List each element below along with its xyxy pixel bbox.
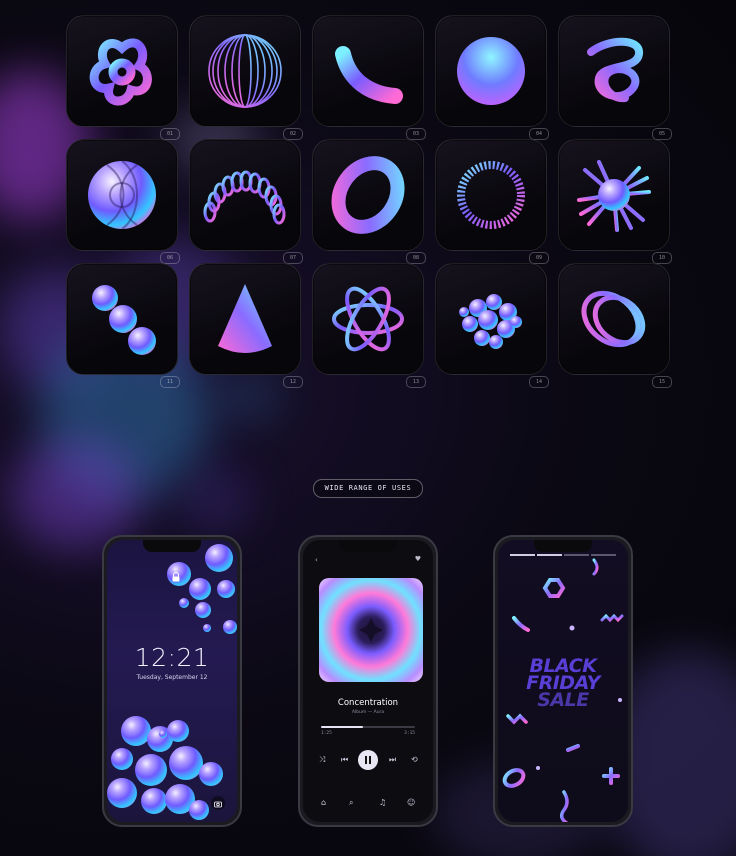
search-icon[interactable]: ⌕ [349, 798, 353, 808]
tile-number: 12 [283, 376, 303, 388]
song-title: Concentration [337, 698, 399, 708]
shape-tile-08[interactable] [312, 139, 424, 251]
promo-screen: BLACK FRIDAY SALE [498, 540, 628, 822]
tile-number: 11 [160, 376, 180, 388]
notch [143, 540, 201, 552]
tile-number: 13 [406, 376, 426, 388]
shape-tile-12[interactable] [189, 263, 301, 375]
lock-date: Tuesday, September 12 [136, 674, 208, 681]
shuffle-icon[interactable]: ⤨ [319, 750, 325, 770]
bead-chain-icon [92, 285, 156, 355]
tile-number: 07 [283, 252, 303, 264]
tangled-loop-icon [587, 37, 643, 103]
song-artist: Album — Aura [351, 710, 385, 715]
lock-screen: 12:21 Tuesday, September 12 [107, 540, 237, 822]
cone-icon [218, 284, 272, 353]
music-note-icon[interactable]: ♫ [379, 798, 386, 807]
notch [534, 540, 592, 552]
phone-promo: BLACK FRIDAY SALE [493, 535, 633, 827]
album-art [319, 578, 423, 682]
shape-tile-03[interactable] [312, 15, 424, 127]
elapsed-time: 1:25 [321, 731, 332, 736]
tile-number: 08 [406, 252, 426, 264]
wire-sphere-icon [208, 34, 282, 108]
profile-icon[interactable]: ☺ [407, 798, 415, 807]
shape-tile-02[interactable] [189, 15, 301, 127]
tile-number: 09 [529, 252, 549, 264]
phone-music-player: ‹ ♥ Concentration Album — Aura 1:25 3:15… [298, 535, 438, 827]
shape-tile-04[interactable] [435, 15, 547, 127]
atom-orbits-icon [332, 286, 404, 352]
bubble-cluster-icon [459, 294, 522, 349]
coil-arch-icon [203, 170, 286, 225]
pause-icon[interactable] [358, 750, 378, 770]
lock-icon [170, 568, 182, 582]
shape-tile-14[interactable] [435, 263, 547, 375]
spiral-ring-icon [581, 290, 646, 348]
music-screen: ‹ ♥ Concentration Album — Aura 1:25 3:15… [303, 540, 433, 822]
shape-tile-06[interactable] [66, 139, 178, 251]
notch [339, 540, 397, 552]
tile-number: 05 [652, 128, 672, 140]
tile-number: 01 [160, 128, 180, 140]
total-time: 3:15 [404, 731, 415, 736]
twisted-torus-icon [88, 160, 156, 230]
curved-capsule-icon [335, 46, 403, 104]
textured-sphere-icon [457, 37, 525, 105]
torus-ring-icon [331, 156, 405, 234]
lock-time: 12:21 [134, 643, 210, 672]
shape-tile-11[interactable] [66, 263, 178, 375]
tile-number: 06 [160, 252, 180, 264]
shape-tile-15[interactable] [558, 263, 670, 375]
tile-number: 10 [652, 252, 672, 264]
shape-tile-05[interactable] [558, 15, 670, 127]
back-icon[interactable]: ‹ [315, 556, 318, 564]
coil-ring-icon [457, 161, 525, 229]
phone-lock-screen: 12:21 Tuesday, September 12 [102, 535, 242, 827]
shape-tile-09[interactable] [435, 139, 547, 251]
shape-tile-01[interactable] [66, 15, 178, 127]
section-label: WIDE RANGE OF USES [313, 479, 423, 498]
tile-number: 03 [406, 128, 426, 140]
bottom-nav: ⌂ ⌕ ♫ ☺ [303, 798, 433, 812]
repeat-icon[interactable]: ⟲ [411, 750, 418, 770]
tile-number: 04 [529, 128, 549, 140]
progress-fill [321, 726, 364, 728]
heart-icon[interactable]: ♥ [415, 555, 421, 563]
shape-tile-10[interactable] [558, 139, 670, 251]
tile-number: 14 [529, 376, 549, 388]
progress-track[interactable] [321, 726, 415, 728]
home-icon[interactable]: ⌂ [321, 798, 326, 807]
promo-headline: BLACK FRIDAY SALE [498, 657, 628, 711]
tile-number: 02 [283, 128, 303, 140]
shape-icon-grid: 01 02 03 04 05 06 07 08 09 10 11 12 13 1… [66, 15, 672, 388]
tile-number: 15 [652, 376, 672, 388]
trefoil-knot-icon [89, 38, 152, 106]
spiky-ball-icon [577, 158, 651, 232]
shape-tile-13[interactable] [312, 263, 424, 375]
promo-line-3: SALE [537, 689, 589, 711]
next-icon[interactable]: ⏭ [389, 750, 396, 770]
camera-icon[interactable] [211, 796, 225, 810]
previous-icon[interactable]: ⏮ [341, 750, 348, 770]
shape-tile-07[interactable] [189, 139, 301, 251]
